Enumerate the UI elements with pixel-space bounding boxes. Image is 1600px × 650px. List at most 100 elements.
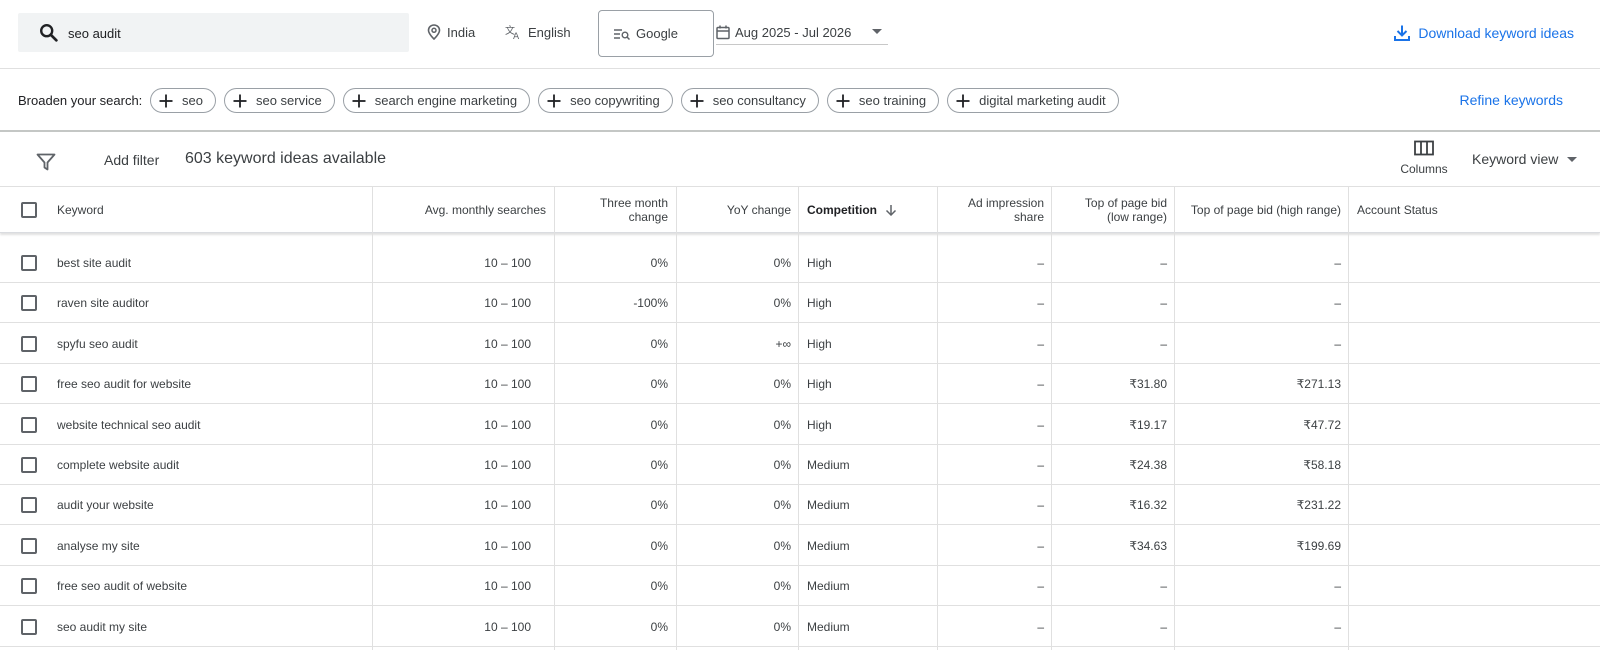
keyword-cell: audit your website	[57, 498, 154, 513]
keyword-cell: raven site auditor	[57, 296, 150, 311]
plus-icon	[690, 94, 704, 107]
row-checkbox[interactable]	[21, 255, 37, 271]
three-month-change-cell: 0%	[650, 458, 668, 472]
chevron-down-icon	[872, 29, 882, 34]
sort-arrow-down-icon	[885, 205, 897, 216]
header-yoy-change[interactable]: YoY change	[677, 187, 799, 233]
table-row[interactable]: complete website audit 10 – 100 0% 0% Medium…	[0, 445, 1600, 485]
header-account-status[interactable]: Account Status	[1349, 187, 1599, 233]
yoy-change-cell: 0%	[773, 619, 791, 634]
table-row[interactable]: raven site auditor 10 – 100 -100% 0% High – – –	[0, 283, 1600, 324]
date-range-label: Aug 2025 - Jul 2026	[735, 24, 852, 40]
table-row[interactable]: seo audit my site 10 – 100 0% 0% Medium – – –	[0, 607, 1600, 647]
three-month-change-cell: 0%	[650, 619, 668, 634]
row-checkbox[interactable]	[21, 497, 37, 514]
broaden-chip-label: seo	[182, 93, 203, 108]
search-input[interactable]	[68, 21, 388, 45]
column-divider	[937, 187, 938, 650]
broaden-label: Broaden your search:	[18, 93, 143, 108]
account-status-cell	[1349, 283, 1599, 323]
broaden-search-bar: Broaden your search: seo seo service searc…	[0, 70, 1600, 132]
header-avg-monthly-searches[interactable]: Avg. monthly searches	[373, 187, 554, 233]
broaden-chip[interactable]: seo consultancy	[680, 88, 819, 113]
header-ad-impression-share[interactable]: Ad impression share	[938, 187, 1052, 233]
header-top-bid-low[interactable]: Top of page bid (low range)	[1052, 187, 1175, 233]
network-selector[interactable]: Google	[598, 10, 714, 57]
column-divider	[1348, 187, 1349, 650]
table-row[interactable]: free seo audit of website 10 – 100 0% 0% Med…	[0, 566, 1600, 607]
ad-impression-share-cell: –	[1037, 538, 1044, 553]
yoy-change-cell: 0%	[773, 538, 791, 553]
keyword-cell: analyse my site	[57, 538, 140, 553]
table-row[interactable]: best site audit 10 – 100 0% 0% High – – –	[0, 243, 1600, 283]
keyword-view-selector[interactable]: Keyword view	[1472, 151, 1578, 167]
top-bid-low-cell: –	[1160, 579, 1167, 594]
header-keyword[interactable]: Keyword	[49, 187, 372, 233]
row-checkbox[interactable]	[21, 335, 37, 352]
plus-icon	[547, 94, 561, 107]
columns-button[interactable]: Columns	[1396, 140, 1452, 182]
row-checkbox[interactable]	[21, 416, 37, 433]
three-month-change-cell: 0%	[650, 538, 668, 553]
yoy-change-cell: 0%	[773, 458, 791, 472]
location-label: India	[447, 24, 476, 40]
row-checkbox[interactable]	[21, 457, 37, 473]
yoy-change-cell: 0%	[773, 417, 791, 432]
ad-impression-share-cell: –	[1037, 296, 1044, 311]
row-checkbox[interactable]	[21, 376, 37, 393]
search-box[interactable]	[18, 13, 409, 52]
header-three-month-change[interactable]: Three month change	[555, 187, 676, 233]
broaden-chip-label: search engine marketing	[374, 93, 518, 108]
keyword-cell: complete website audit	[57, 458, 180, 472]
top-bid-low-cell: ₹31.80	[1129, 377, 1167, 392]
table-row[interactable]: website technical seo audit 10 – 100 0% 0% H…	[0, 405, 1600, 445]
translate-icon: 文 A	[505, 24, 520, 40]
top-bid-high-cell: ₹199.69	[1296, 538, 1341, 553]
date-range-selector[interactable]: Aug 2025 - Jul 2026	[716, 20, 888, 45]
table-row[interactable]: spyfu seo audit 10 – 100 0% +∞ High – – –	[0, 324, 1600, 364]
broaden-chip-label: seo consultancy	[712, 93, 806, 108]
header-competition[interactable]: Competition	[799, 187, 937, 233]
avg-monthly-searches-cell: 10 – 100	[484, 256, 531, 270]
table-row[interactable]: analyse my site 10 – 100 0% 0% Medium – ₹34.63…	[0, 526, 1600, 566]
broaden-chip[interactable]: seo training	[826, 88, 940, 113]
ad-impression-share-cell: –	[1037, 579, 1044, 594]
table-row[interactable]: free seo audit for website 10 – 100 0% 0% Hi…	[0, 364, 1600, 405]
broaden-chip[interactable]: digital marketing audit	[947, 88, 1119, 113]
table-row[interactable]: audit your website 10 – 100 0% 0% Medium – ₹16…	[0, 485, 1600, 526]
add-filter-button[interactable]: Add filter	[104, 152, 159, 168]
language-selector[interactable]: 文 A English	[505, 22, 571, 42]
broaden-chip[interactable]: seo service	[223, 88, 335, 113]
row-checkbox[interactable]	[21, 618, 37, 635]
account-status-cell	[1349, 324, 1599, 364]
top-bid-low-cell: ₹24.38	[1129, 458, 1167, 472]
yoy-change-cell: 0%	[773, 579, 791, 594]
account-status-cell	[1349, 526, 1599, 566]
competition-cell: High	[807, 417, 832, 432]
columns-label: Columns	[1400, 162, 1448, 176]
top-bid-low-cell: –	[1160, 336, 1167, 351]
row-checkbox[interactable]	[21, 537, 37, 554]
select-all-checkbox[interactable]	[21, 202, 37, 218]
keyword-cell: best site audit	[57, 256, 132, 270]
refine-keywords-button[interactable]: Refine keywords	[1460, 92, 1564, 108]
three-month-change-cell: 0%	[650, 498, 668, 513]
filter-icon[interactable]	[36, 152, 56, 172]
keyword-view-label: Keyword view	[1472, 151, 1559, 167]
row-checkbox[interactable]	[21, 578, 37, 595]
competition-cell: High	[807, 296, 832, 311]
three-month-change-cell: 0%	[650, 256, 668, 270]
row-checkbox[interactable]	[21, 295, 37, 312]
broaden-chip[interactable]: seo	[150, 88, 216, 113]
download-keyword-ideas-button[interactable]: Download keyword ideas	[1393, 22, 1574, 44]
top-bid-low-cell: ₹19.17	[1129, 417, 1167, 432]
ad-impression-share-cell: –	[1037, 498, 1044, 513]
keyword-cell: free seo audit of website	[57, 579, 188, 594]
plus-icon	[233, 94, 247, 107]
location-selector[interactable]: India	[427, 22, 475, 42]
yoy-change-cell: 0%	[773, 256, 791, 270]
broaden-chip[interactable]: search engine marketing	[342, 88, 531, 113]
header-top-bid-high[interactable]: Top of page bid (high range)	[1175, 187, 1349, 233]
broaden-chip[interactable]: seo copywriting	[538, 88, 673, 113]
yoy-change-cell: 0%	[773, 377, 791, 392]
